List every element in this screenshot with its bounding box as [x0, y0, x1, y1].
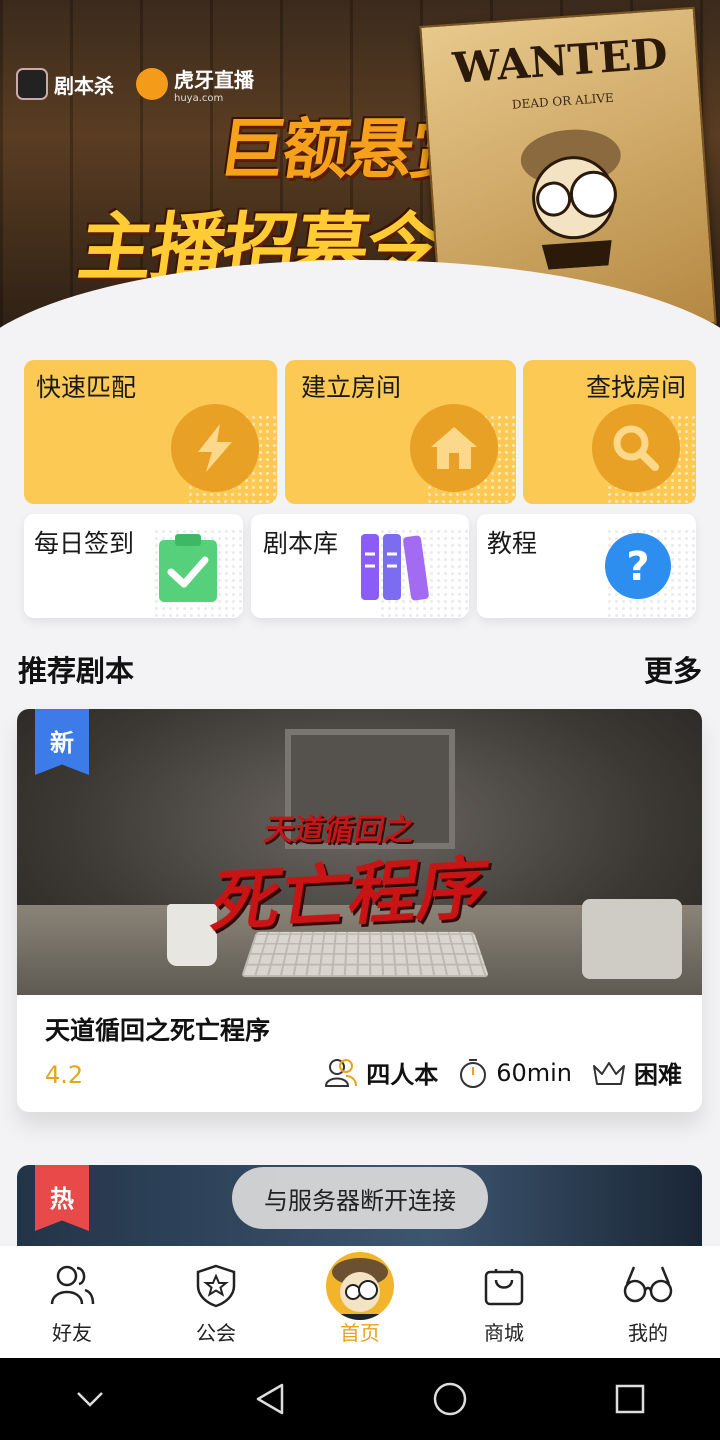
tutorial-card[interactable]: 教程 ? [477, 514, 696, 618]
system-nav-bar [0, 1358, 720, 1440]
cover-title-big: 死亡程序 [206, 848, 494, 943]
huya-logo-text: 虎牙直播 [174, 68, 254, 92]
home-button[interactable] [410, 1369, 490, 1429]
chevron-down-icon [77, 1392, 103, 1407]
nav-me-label: 我的 [628, 1321, 668, 1345]
disconnect-toast: 与服务器断开连接 [232, 1167, 488, 1229]
crown-icon [593, 1061, 625, 1085]
script-library-card[interactable]: 剧本库 [251, 514, 469, 618]
glasses-icon [623, 1266, 673, 1303]
recents-square-icon [615, 1384, 645, 1414]
script-library-label: 剧本库 [263, 529, 339, 558]
detective-illustration [520, 129, 621, 270]
bottom-nav: 好友 公会 首页 商城 我的 [0, 1246, 720, 1358]
find-room-label: 查找房间 [585, 373, 686, 402]
poster-title: WANTED [450, 28, 670, 93]
script-meta: 四人本 60min 困难 [304, 1055, 682, 1090]
question-icon: ? [605, 533, 671, 599]
nav-home[interactable]: 首页 [288, 1246, 432, 1358]
players-text: 四人本 [366, 1061, 439, 1089]
more-link[interactable]: 更多 [644, 648, 702, 690]
create-room-label: 建立房间 [301, 373, 402, 402]
nav-friends[interactable]: 好友 [0, 1246, 144, 1358]
timer-icon [460, 1058, 487, 1088]
nav-home-label: 首页 [340, 1321, 380, 1345]
create-room-card[interactable]: 建立房间 [285, 360, 516, 504]
nav-guild-label: 公会 [196, 1321, 236, 1345]
home-circle-icon [433, 1382, 467, 1416]
search-icon [592, 404, 680, 492]
hide-keyboard-button[interactable] [50, 1369, 130, 1429]
script-name: 天道循回之死亡程序 [45, 1016, 271, 1045]
back-button[interactable] [230, 1369, 310, 1429]
lightning-icon [171, 404, 259, 492]
clipboard-check-icon [159, 534, 217, 602]
daily-checkin-label: 每日签到 [34, 529, 135, 558]
duration-text: 60min [496, 1058, 572, 1087]
daily-checkin-card[interactable]: 每日签到 [24, 514, 243, 618]
script-rating: 4.2 [45, 1061, 84, 1089]
app-logo-text: 剧本杀 [54, 73, 114, 98]
nav-guild[interactable]: 公会 [144, 1246, 288, 1358]
svg-text:?: ? [626, 544, 649, 590]
shield-star-icon [196, 1264, 236, 1308]
back-triangle-icon [256, 1383, 284, 1415]
hot-badge: 热 [35, 1165, 89, 1231]
house-icon [410, 404, 498, 492]
players-info: 四人本 [324, 1055, 438, 1090]
find-room-card[interactable]: 查找房间 [523, 360, 696, 504]
duration-info: 60min [458, 1057, 572, 1089]
script-cover-image: 天道循回之 死亡程序 [17, 709, 702, 995]
difficulty-text: 困难 [634, 1061, 682, 1089]
huya-logo-icon [136, 68, 168, 100]
shopping-bag-icon [484, 1269, 524, 1306]
quick-match-label: 快速匹配 [36, 373, 137, 402]
nav-shop-label: 商城 [484, 1321, 524, 1345]
friends-icon [50, 1265, 95, 1305]
nav-shop[interactable]: 商城 [432, 1246, 576, 1358]
script-card[interactable]: 天道循回之 死亡程序 新 天道循回之死亡程序 4.2 四人本 60min 困难 [17, 709, 702, 1112]
top-banner[interactable]: 剧本杀 虎牙直播 huya.com 巨额悬赏 主播招募令 WANTED DEAD… [0, 0, 720, 340]
books-icon [361, 534, 429, 601]
difficulty-info: 困难 [592, 1055, 682, 1090]
quick-match-card[interactable]: 快速匹配 [24, 360, 277, 504]
nav-me[interactable]: 我的 [576, 1246, 720, 1358]
app-logo-icon [16, 68, 48, 100]
app-logo: 剧本杀 [16, 68, 114, 100]
banner-logos: 剧本杀 虎牙直播 huya.com [16, 64, 254, 104]
recents-button[interactable] [590, 1369, 670, 1429]
nav-friends-label: 好友 [52, 1321, 92, 1345]
tutorial-label: 教程 [487, 529, 538, 558]
players-icon [325, 1058, 358, 1087]
recommend-title: 推荐剧本 [18, 654, 135, 688]
home-avatar-icon [326, 1252, 394, 1320]
